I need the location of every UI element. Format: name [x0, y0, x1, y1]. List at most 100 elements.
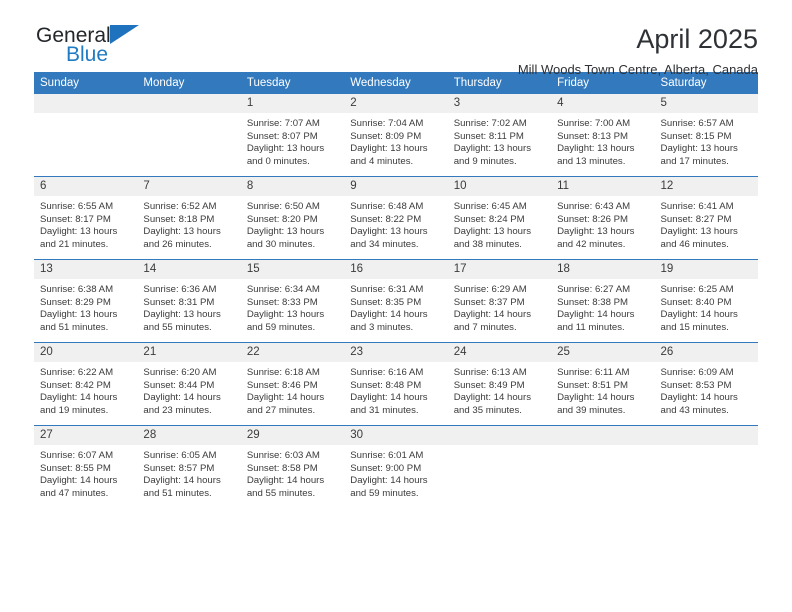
calendar-day-cell[interactable]: 12 Sunrise: 6:41 AM Sunset: 8:27 PM Dayligh… [654, 176, 758, 260]
calendar-day-cell[interactable]: 24 Sunrise: 6:13 AM Sunset: 8:49 PM Dayligh… [447, 342, 552, 426]
calendar-table: Sunday Monday Tuesday Wednesday Thursday Frid… [34, 72, 758, 508]
day-detail-line: Daylight: 13 hours [40, 309, 118, 321]
day-detail-line: Sunset: 8:35 PM [350, 296, 422, 308]
day-number: 9 [344, 177, 448, 196]
day-detail-line: Daylight: 14 hours [246, 475, 325, 487]
calendar-day-cell[interactable]: 4 Sunrise: 7:00 AM Sunset: 8:13 PM Daylight… [551, 94, 655, 177]
day-number: 7 [137, 177, 241, 196]
calendar-day-cell[interactable]: 6 Sunrise: 6:55 AM Sunset: 8:17 PM Daylight… [34, 176, 138, 260]
day-detail-line: and 35 minutes. [453, 404, 522, 416]
day-detail-line: Daylight: 14 hours [660, 392, 738, 404]
day-details: Sunrise: 6:55 AM Sunset: 8:17 PM Daylight:… [34, 196, 137, 251]
calendar-day-cell[interactable]: 11 Sunrise: 6:43 AM Sunset: 8:26 PM Dayligh… [551, 176, 655, 260]
calendar-day-cell[interactable]: 3 Sunrise: 7:02 AM Sunset: 8:11 PM Daylight… [447, 94, 552, 177]
calendar-day-cell[interactable]: 7 Sunrise: 6:52 AM Sunset: 8:18 PM Daylight… [137, 176, 241, 260]
day-number: 2 [344, 94, 448, 113]
calendar-day-cell-empty [34, 94, 138, 177]
day-detail-line: Sunset: 8:53 PM [660, 379, 732, 391]
day-details: Sunrise: 6:57 AM Sunset: 8:15 PM Daylight:… [655, 113, 758, 168]
day-detail-line: Daylight: 14 hours [246, 392, 325, 404]
day-detail-line: Sunset: 8:15 PM [660, 130, 732, 142]
day-detail-line: Sunset: 8:40 PM [660, 296, 732, 308]
day-number: 22 [240, 343, 345, 362]
day-detail-line: Sunset: 8:13 PM [557, 130, 629, 142]
day-detail-line: Daylight: 13 hours [143, 309, 221, 321]
calendar-day-cell[interactable]: 17 Sunrise: 6:29 AM Sunset: 8:37 PM Dayligh… [447, 259, 552, 343]
calendar-day-cell[interactable]: 26 Sunrise: 6:09 AM Sunset: 8:53 PM Dayligh… [654, 342, 758, 426]
calendar-day-cell[interactable]: 20 Sunrise: 6:22 AM Sunset: 8:42 PM Dayligh… [34, 342, 138, 426]
day-detail-line: Sunset: 8:27 PM [660, 213, 732, 225]
calendar-day-cell[interactable]: 10 Sunrise: 6:45 AM Sunset: 8:24 PM Dayligh… [447, 176, 552, 260]
logo-text-blue: Blue [66, 43, 109, 66]
calendar-day-cell[interactable]: 27 Sunrise: 6:07 AM Sunset: 8:55 PM Dayligh… [34, 425, 138, 508]
day-detail-line: Sunrise: 6:52 AM [143, 201, 217, 212]
day-number: 24 [447, 343, 552, 362]
day-detail-line: Sunset: 8:58 PM [246, 462, 318, 474]
day-detail-line: Daylight: 14 hours [350, 309, 428, 321]
day-details: Sunrise: 6:05 AM Sunset: 8:57 PM Daylight:… [137, 445, 240, 500]
calendar-day-cell-empty [654, 425, 758, 508]
calendar-day-cell[interactable]: 8 Sunrise: 6:50 AM Sunset: 8:20 PM Daylight… [240, 176, 345, 260]
day-details [137, 113, 240, 118]
day-detail-line: and 26 minutes. [143, 238, 212, 250]
calendar-day-cell[interactable]: 19 Sunrise: 6:25 AM Sunset: 8:40 PM Dayligh… [654, 259, 758, 343]
day-details: Sunrise: 6:38 AM Sunset: 8:29 PM Daylight:… [34, 279, 137, 334]
day-detail-line: Sunset: 9:00 PM [350, 462, 422, 474]
calendar-day-cell[interactable]: 23 Sunrise: 6:16 AM Sunset: 8:48 PM Dayligh… [344, 342, 448, 426]
weekday-header-sunday: Sunday [34, 72, 138, 94]
calendar-page: General Blue April 2025 Mill Woods Town … [0, 0, 792, 612]
day-detail-line: and 43 minutes. [660, 404, 729, 416]
day-details: Sunrise: 6:22 AM Sunset: 8:42 PM Daylight:… [34, 362, 137, 417]
day-details [655, 445, 758, 450]
calendar-day-cell[interactable]: 18 Sunrise: 6:27 AM Sunset: 8:38 PM Dayligh… [551, 259, 655, 343]
calendar-day-cell[interactable]: 21 Sunrise: 6:20 AM Sunset: 8:44 PM Dayligh… [137, 342, 241, 426]
day-detail-line: Sunset: 8:49 PM [453, 379, 525, 391]
day-number: 14 [137, 260, 241, 279]
day-number: 11 [551, 177, 655, 196]
calendar-day-cell[interactable]: 30 Sunrise: 6:01 AM Sunset: 9:00 PM Dayligh… [344, 425, 448, 508]
calendar-day-cell[interactable]: 13 Sunrise: 6:38 AM Sunset: 8:29 PM Dayligh… [34, 259, 138, 343]
day-detail-line: and 47 minutes. [40, 487, 109, 499]
day-details: Sunrise: 6:29 AM Sunset: 8:37 PM Daylight:… [448, 279, 551, 334]
calendar-day-cell[interactable]: 29 Sunrise: 6:03 AM Sunset: 8:58 PM Dayligh… [240, 425, 345, 508]
day-details: Sunrise: 7:07 AM Sunset: 8:07 PM Daylight:… [241, 113, 344, 168]
day-detail-line: and 34 minutes. [350, 238, 419, 250]
day-detail-line: Sunrise: 7:02 AM [453, 118, 527, 129]
calendar-day-cell[interactable]: 25 Sunrise: 6:11 AM Sunset: 8:51 PM Dayligh… [551, 342, 655, 426]
day-details: Sunrise: 6:25 AM Sunset: 8:40 PM Daylight:… [655, 279, 758, 334]
day-detail-line: Sunrise: 6:50 AM [246, 201, 320, 212]
day-detail-line: and 0 minutes. [246, 155, 310, 167]
day-detail-line: Sunrise: 6:25 AM [660, 284, 734, 295]
calendar-day-cell[interactable]: 15 Sunrise: 6:34 AM Sunset: 8:33 PM Dayligh… [240, 259, 345, 343]
day-detail-line: Sunset: 8:07 PM [246, 130, 318, 142]
calendar-day-cell[interactable]: 2 Sunrise: 7:04 AM Sunset: 8:09 PM Daylight… [344, 94, 448, 177]
day-detail-line: and 51 minutes. [143, 487, 212, 499]
calendar-day-cell[interactable]: 9 Sunrise: 6:48 AM Sunset: 8:22 PM Daylight… [344, 176, 448, 260]
day-detail-line: Daylight: 14 hours [40, 392, 118, 404]
calendar-day-cell[interactable]: 16 Sunrise: 6:31 AM Sunset: 8:35 PM Dayligh… [344, 259, 448, 343]
day-number: 15 [240, 260, 345, 279]
calendar-day-cell[interactable]: 5 Sunrise: 6:57 AM Sunset: 8:15 PM Daylight… [654, 94, 758, 177]
day-details: Sunrise: 6:01 AM Sunset: 9:00 PM Daylight:… [344, 445, 447, 500]
day-detail-line: and 46 minutes. [660, 238, 729, 250]
day-details: Sunrise: 7:04 AM Sunset: 8:09 PM Daylight:… [344, 113, 447, 168]
day-details: Sunrise: 7:02 AM Sunset: 8:11 PM Daylight:… [448, 113, 551, 168]
day-detail-line: Daylight: 13 hours [246, 309, 325, 321]
calendar-day-cell[interactable]: 22 Sunrise: 6:18 AM Sunset: 8:46 PM Dayligh… [240, 342, 345, 426]
day-detail-line: and 39 minutes. [557, 404, 626, 416]
day-details: Sunrise: 6:27 AM Sunset: 8:38 PM Daylight:… [551, 279, 654, 334]
day-detail-line: Daylight: 13 hours [350, 143, 428, 155]
day-detail-line: Sunset: 8:22 PM [350, 213, 422, 225]
calendar-day-cell[interactable]: 1 Sunrise: 7:07 AM Sunset: 8:07 PM Daylight… [240, 94, 345, 177]
day-details: Sunrise: 6:43 AM Sunset: 8:26 PM Daylight:… [551, 196, 654, 251]
calendar-day-cell[interactable]: 14 Sunrise: 6:36 AM Sunset: 8:31 PM Dayligh… [137, 259, 241, 343]
title-block: April 2025 Mill Woods Town Centre, Alber… [518, 24, 758, 77]
day-detail-line: Sunrise: 6:22 AM [40, 367, 114, 378]
day-detail-line: Sunrise: 6:27 AM [557, 284, 631, 295]
page-title: April 2025 [636, 24, 758, 54]
day-detail-line: Daylight: 14 hours [453, 309, 532, 321]
day-detail-line: and 21 minutes. [40, 238, 109, 250]
calendar-day-cell[interactable]: 28 Sunrise: 6:05 AM Sunset: 8:57 PM Dayligh… [137, 425, 241, 508]
day-details: Sunrise: 6:07 AM Sunset: 8:55 PM Daylight:… [34, 445, 137, 500]
day-number [34, 94, 138, 113]
